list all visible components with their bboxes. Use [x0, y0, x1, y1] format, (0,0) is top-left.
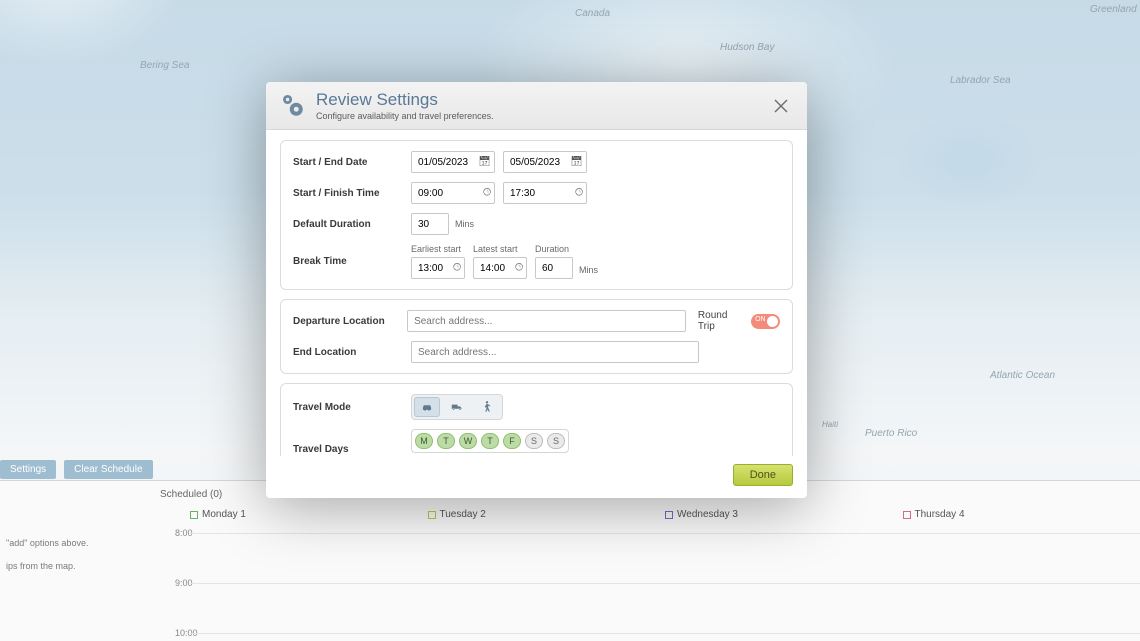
hour-line — [190, 583, 1140, 584]
sublabel: Latest start — [473, 244, 527, 254]
break-earliest-input[interactable] — [411, 257, 465, 279]
mode-truck[interactable] — [444, 397, 470, 417]
day-tue[interactable]: T — [437, 433, 455, 449]
review-settings-modal: Review Settings Configure availability a… — [266, 82, 807, 498]
break-duration-input[interactable] — [535, 257, 573, 279]
label: Start / Finish Time — [293, 188, 411, 199]
round-trip-toggle[interactable]: ON — [751, 314, 780, 329]
day-header: Tuesday 2 — [428, 509, 666, 520]
day-header: Wednesday 3 — [665, 509, 903, 520]
modal-header: Review Settings Configure availability a… — [266, 82, 807, 130]
day-thu[interactable]: T — [481, 433, 499, 449]
end-location-input[interactable] — [411, 341, 699, 363]
day-sat[interactable]: S — [525, 433, 543, 449]
label: Departure Location — [293, 316, 407, 327]
travel-mode-group — [411, 394, 503, 420]
done-button[interactable]: Done — [733, 464, 793, 486]
label: Travel Days — [293, 444, 411, 455]
sublabel: Duration — [535, 244, 573, 254]
schedule-panel: Scheduled (0) "add" options above. ips f… — [0, 480, 1140, 641]
start-date-input[interactable] — [411, 151, 495, 173]
day-header: Thursday 4 — [903, 509, 1140, 520]
settings-button[interactable]: Settings — [0, 460, 56, 479]
day-header: Monday 1 — [190, 509, 428, 520]
day-fri[interactable]: F — [503, 433, 521, 449]
label: Default Duration — [293, 219, 411, 230]
hour-line — [190, 633, 1140, 634]
day-sun[interactable]: S — [547, 433, 565, 449]
close-button[interactable] — [769, 94, 793, 118]
label: Break Time — [293, 256, 411, 267]
modal-footer: Done — [266, 456, 807, 498]
day-mon[interactable]: M — [415, 433, 433, 449]
round-trip-label: Round Trip — [698, 310, 745, 332]
default-duration-input[interactable] — [411, 213, 449, 235]
schedule-tab[interactable]: Scheduled (0) — [160, 489, 222, 500]
hour-line — [190, 533, 1140, 534]
gear-icon — [280, 93, 306, 119]
day-header-row: Monday 1 Tuesday 2 Wednesday 3 Thursday … — [190, 509, 1140, 520]
label: End Location — [293, 347, 411, 358]
modal-title: Review Settings — [316, 90, 494, 110]
modal-subtitle: Configure availability and travel prefer… — [316, 111, 494, 121]
break-latest-input[interactable] — [473, 257, 527, 279]
day-wed[interactable]: W — [459, 433, 477, 449]
travel-days-group: M T W T F S S — [411, 429, 569, 453]
location-section: Departure Location Round Trip ON End Loc… — [280, 299, 793, 374]
sublabel: Earliest start — [411, 244, 465, 254]
label: Travel Mode — [293, 402, 411, 413]
start-time-input[interactable] — [411, 182, 495, 204]
label: Start / End Date — [293, 157, 411, 168]
end-date-input[interactable] — [503, 151, 587, 173]
unit-label: Mins — [579, 265, 598, 275]
finish-time-input[interactable] — [503, 182, 587, 204]
departure-input[interactable] — [407, 310, 686, 332]
dates-section: Start / End Date 📅︎ 📅︎ Start / Finish Ti… — [280, 140, 793, 290]
travel-section: Travel Mode Travel Days — [280, 383, 793, 456]
hint-text: "add" options above. ips from the map. — [0, 531, 150, 578]
clear-schedule-button[interactable]: Clear Schedule — [64, 460, 152, 479]
mode-walk[interactable] — [474, 397, 500, 417]
mode-car[interactable] — [414, 397, 440, 417]
unit-label: Mins — [455, 219, 474, 229]
